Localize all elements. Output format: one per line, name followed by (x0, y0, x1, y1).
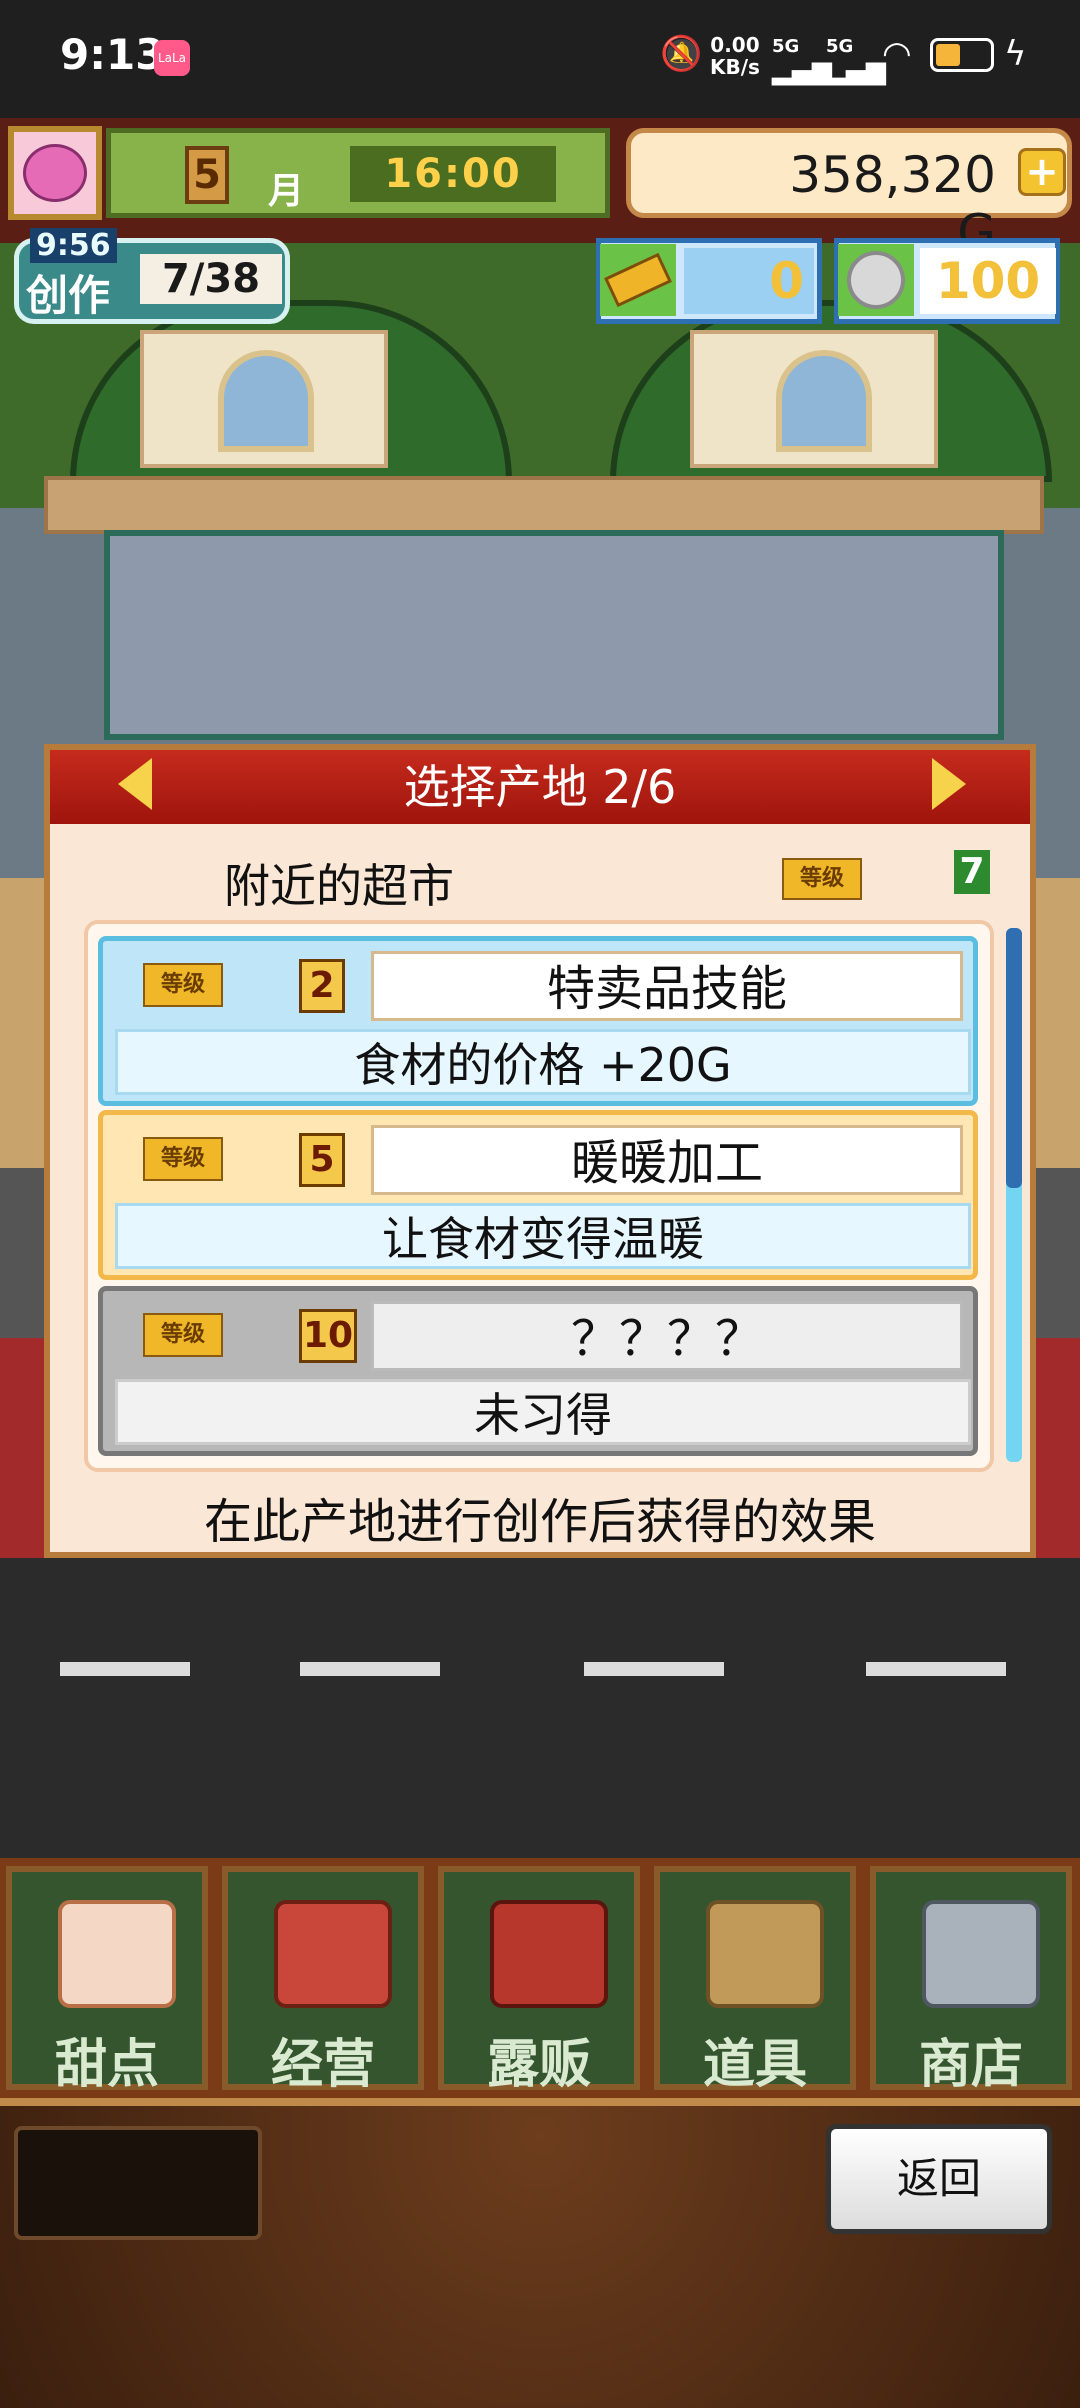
skill-level-tag: 等级 (143, 1137, 223, 1181)
dialog-title: 选择产地 2/6 (403, 760, 677, 814)
gear-bag-icon (706, 1900, 824, 2008)
battery-icon (930, 38, 994, 72)
network-speed: 0.00 KB/s (710, 34, 760, 78)
origin-name: 附近的超市 (224, 859, 454, 913)
app-notification-icon: LaLa (154, 40, 190, 76)
manage-label: 经营 (270, 2035, 375, 2095)
dialog-footer-text: 在此产地进行创作后获得的效果 (203, 1494, 876, 1550)
shopping-cart-icon (922, 1900, 1040, 2008)
shop-interior (104, 530, 1004, 740)
ticket-count: 0 (684, 248, 814, 314)
road-line (866, 1662, 1006, 1676)
medal-count: 100 (920, 248, 1056, 314)
create-label: 创作 (26, 271, 111, 320)
wifi-icon: ◠ (882, 34, 912, 74)
shop-label: 商店 (918, 2035, 1023, 2095)
dessert-button[interactable]: 甜点 (6, 1866, 208, 2095)
signal-2-label: 5G (826, 36, 854, 57)
manage-button[interactable]: 经营 (222, 1866, 424, 2095)
month-label: 月 (268, 171, 305, 212)
tools-label: 道具 (702, 2035, 807, 2095)
add-gold-button[interactable]: + (1018, 148, 1066, 196)
network-speed-value: 0.00 (710, 33, 760, 57)
charging-icon: ϟ (1004, 34, 1027, 74)
dessert-label: 甜点 (54, 2035, 159, 2095)
shop-awning (44, 476, 1044, 534)
origin-level: 7 (954, 850, 990, 894)
shop-building-icon (274, 1900, 392, 2008)
skill-description: 食材的价格 +20G (115, 1029, 971, 1095)
info-slot (14, 2126, 262, 2240)
signal-1-icon: ▂▄▆ (772, 56, 832, 86)
window-left (218, 350, 314, 452)
skill-description: 未习得 (115, 1379, 971, 1445)
signal-2-icon: ▂▄▆ (826, 56, 886, 86)
mute-icon: 🔕 (660, 34, 703, 74)
shop-button[interactable]: 商店 (870, 1866, 1072, 2095)
skill-level-tag: 等级 (143, 1313, 223, 1357)
medal-coin-icon (838, 244, 914, 316)
skill-item: 等级 2 特卖品技能 食材的价格 +20G (98, 936, 978, 1106)
create-count: 7/38 (140, 254, 282, 304)
skill-name: ？？？？ (371, 1301, 963, 1371)
origin-level-tag: 等级 (782, 858, 862, 900)
status-time: 9:13 (60, 30, 165, 79)
cake-icon (58, 1900, 176, 2008)
cherry-tree-icon[interactable] (8, 126, 102, 220)
food-truck-icon (490, 1900, 608, 2008)
scrollbar-thumb[interactable] (1006, 928, 1022, 1188)
skill-level: 5 (299, 1133, 345, 1187)
signal-1-label: 5G (772, 36, 800, 57)
previous-origin-arrow-icon[interactable] (118, 758, 152, 810)
back-button[interactable]: 返回 (826, 2124, 1052, 2234)
next-origin-arrow-icon[interactable] (932, 758, 966, 810)
road-line (300, 1662, 440, 1676)
skill-name: 暖暖加工 (371, 1125, 963, 1195)
skill-level: 2 (299, 959, 345, 1013)
window-right (776, 350, 872, 452)
skill-name: 特卖品技能 (371, 951, 963, 1021)
skill-item: 等级 5 暖暖加工 让食材变得温暖 (98, 1110, 978, 1280)
tools-button[interactable]: 道具 (654, 1866, 856, 2095)
create-timer: 9:56 (30, 228, 117, 263)
stall-label: 露贩 (486, 2035, 591, 2095)
road-line (60, 1662, 190, 1676)
road-line (584, 1662, 724, 1676)
skill-description: 让食材变得温暖 (115, 1203, 971, 1269)
stall-button[interactable]: 露贩 (438, 1866, 640, 2095)
month-number: 5 (185, 146, 229, 204)
skill-level: 10 (299, 1309, 357, 1363)
game-clock: 16:00 (350, 146, 556, 202)
skill-level-tag: 等级 (143, 963, 223, 1007)
skill-item-locked: 等级 10 ？？？？ 未习得 (98, 1286, 978, 1456)
gold-bar-icon (600, 244, 676, 316)
network-speed-unit: KB/s (710, 55, 760, 79)
